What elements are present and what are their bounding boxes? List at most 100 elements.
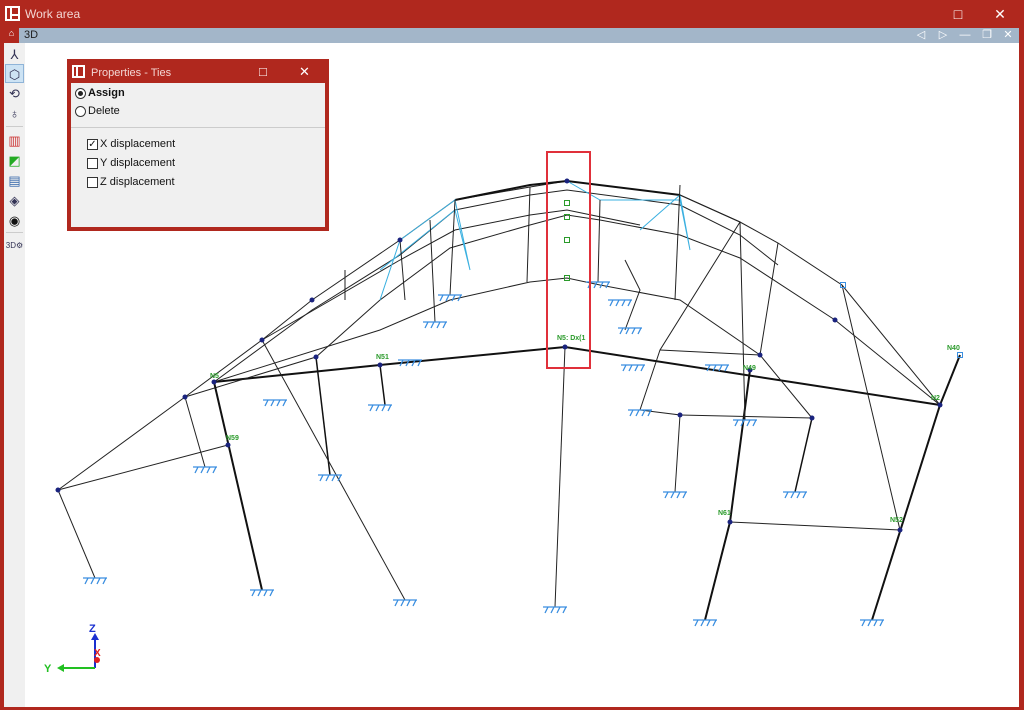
radio-button[interactable] [75, 105, 86, 117]
fixed-support-icon [621, 364, 645, 372]
plane-icon[interactable]: ◩ [5, 151, 24, 170]
fixed-support-icon [193, 466, 217, 474]
member[interactable] [57, 489, 96, 579]
dialog-logo-icon [72, 65, 85, 78]
fixed-support-icon [83, 577, 107, 585]
3d-settings-icon[interactable]: 3D⚙ [5, 236, 24, 255]
assign-radio[interactable]: Assign [75, 87, 125, 99]
member[interactable] [554, 346, 566, 608]
node-point[interactable] [677, 412, 683, 418]
node-point[interactable] [309, 297, 315, 303]
member[interactable] [261, 339, 406, 601]
view-3d-icon[interactable]: ⬡ [5, 64, 24, 83]
delete-label: Delete [88, 105, 120, 117]
member[interactable] [841, 284, 901, 531]
x-displacement-checkbox[interactable]: ✓ X displacement [87, 138, 175, 150]
node-point[interactable] [937, 402, 943, 408]
member[interactable] [566, 180, 691, 251]
member[interactable] [871, 354, 961, 621]
window-icon[interactable]: ▤ [5, 171, 24, 190]
fixed-support-icon [618, 327, 642, 335]
x-displacement-label: X displacement [100, 138, 176, 150]
member[interactable] [379, 199, 471, 301]
member[interactable] [184, 396, 206, 468]
member[interactable] [624, 259, 641, 331]
properties-ties-dialog: Properties - Ties □ ✕ Assign Delete ✓ X d… [67, 59, 329, 231]
y-displacement-checkbox[interactable]: Y displacement [87, 157, 175, 169]
orbit-icon[interactable]: ⟲ [5, 84, 24, 103]
toolbar-divider [6, 126, 23, 127]
checkbox[interactable]: ✓ [87, 138, 98, 150]
node-point[interactable] [313, 354, 319, 360]
rotate-icon[interactable]: ♁ [5, 104, 24, 123]
section-icon[interactable]: ▥ [5, 131, 24, 150]
front-beam[interactable] [213, 345, 941, 406]
delete-radio[interactable]: Delete [75, 105, 120, 117]
member[interactable] [399, 239, 406, 301]
member[interactable] [739, 221, 746, 421]
member[interactable] [704, 369, 751, 621]
member[interactable] [674, 184, 681, 301]
member[interactable] [429, 219, 436, 323]
fixed-support-icon [250, 589, 274, 597]
member[interactable] [379, 364, 386, 406]
node-point[interactable] [757, 352, 763, 358]
radio-button[interactable] [75, 87, 86, 99]
node-point[interactable] [897, 527, 903, 533]
dialog-divider [71, 127, 325, 128]
member[interactable] [679, 414, 813, 419]
fixed-support-icon [423, 321, 447, 329]
y-displacement-label: Y displacement [100, 157, 176, 169]
checkbox[interactable] [87, 176, 98, 188]
tie-marker-icon[interactable] [564, 237, 570, 243]
node-point[interactable] [564, 178, 570, 184]
node-point[interactable] [747, 367, 753, 373]
view-toolbar: ⅄ ⬡ ⟲ ♁ ▥ ◩ ▤ ◈ ◉ 3D⚙ [4, 43, 25, 707]
member[interactable] [729, 521, 901, 531]
node-point[interactable] [225, 442, 231, 448]
member[interactable] [794, 417, 813, 493]
node-point[interactable] [182, 394, 188, 400]
assign-label: Assign [88, 87, 125, 99]
member[interactable] [659, 349, 761, 356]
node-point[interactable] [377, 362, 383, 368]
member[interactable] [597, 199, 601, 283]
z-displacement-label: Z displacement [100, 176, 175, 188]
member[interactable] [184, 214, 941, 406]
visibility-icon[interactable]: ◉ [5, 211, 24, 230]
member[interactable] [315, 356, 331, 476]
axes-icon[interactable]: ⅄ [5, 45, 24, 64]
fixed-support-icon [663, 491, 687, 499]
node-point[interactable] [562, 344, 568, 350]
fixed-support-icon [393, 599, 417, 607]
fixed-support-icon [860, 619, 884, 627]
dialog-maximize-button[interactable]: □ [259, 64, 267, 79]
checkbox[interactable] [87, 157, 98, 169]
node-point[interactable] [211, 379, 217, 385]
node-point[interactable] [397, 237, 403, 243]
node-point[interactable] [727, 519, 733, 525]
dialog-body: Assign Delete ✓ X displacement Y displace… [71, 83, 325, 227]
node-point[interactable] [832, 317, 838, 323]
node-point[interactable] [55, 487, 61, 493]
node-point[interactable] [259, 337, 265, 343]
fixed-support-icon [783, 491, 807, 499]
member[interactable] [639, 194, 741, 493]
member[interactable] [526, 186, 531, 283]
toolbar-divider [6, 232, 23, 233]
member[interactable] [759, 242, 779, 356]
fixed-support-icon [543, 606, 567, 614]
tie-marker-icon[interactable] [564, 200, 570, 206]
layers-icon[interactable]: ◈ [5, 191, 24, 210]
member[interactable] [213, 277, 813, 419]
member[interactable] [213, 381, 263, 591]
dialog-title: Properties - Ties [91, 67, 172, 79]
fixed-support-icon [368, 404, 392, 412]
node-point[interactable] [809, 415, 815, 421]
dialog-close-button[interactable]: ✕ [299, 64, 310, 80]
fixed-support-icon [733, 419, 757, 427]
fixed-support-icon [263, 399, 287, 407]
fixed-support-icon [693, 619, 717, 627]
fixed-support-icon [608, 299, 632, 307]
z-displacement-checkbox[interactable]: Z displacement [87, 176, 175, 188]
